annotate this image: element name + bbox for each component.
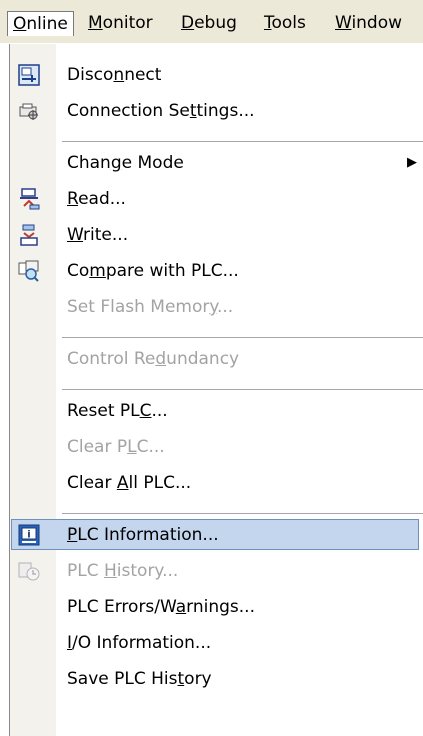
menu-item-label: Clear All PLC... (67, 473, 192, 493)
menu-item-read[interactable]: Read... (10, 181, 423, 217)
menubar-online-access-key: O (13, 14, 27, 34)
menu-item-clear-plc[interactable]: Clear PLC... (10, 429, 423, 465)
menu-item-label: Read... (67, 189, 126, 209)
menubar-monitor[interactable]: Monitor (83, 11, 158, 36)
menubar-monitor-access-key: M (88, 13, 103, 33)
menu-item-label: Clear PLC... (67, 437, 165, 457)
menu-item-reset-plc[interactable]: Reset PLC... (10, 393, 423, 429)
menu-item-label: Control Redundancy (67, 349, 240, 369)
menu-item-connection-settings[interactable]: Connection Settings... (10, 93, 423, 129)
menu-item-label: I/O Information... (67, 633, 212, 653)
plc-history-icon (18, 562, 40, 581)
menu-item-plc-errors-warnings[interactable]: PLC Errors/Warnings... (10, 589, 423, 625)
menu-bar: Online Monitor Debug Tools Window (0, 0, 423, 44)
menubar-debug-text-rest: ebug (194, 13, 237, 33)
read-from-plc-icon (20, 188, 40, 210)
menu-item-label: Connection Settings... (67, 101, 255, 121)
menu-item-label: Disconnect (67, 65, 162, 85)
menu-item-label: Reset PLC... (67, 401, 168, 421)
menu-item-save-plc-history[interactable]: Save PLC History (10, 661, 423, 697)
menu-item-io-information[interactable]: I/O Information... (10, 625, 423, 661)
online-dropdown-menu: Disconnect Connection Settings... Change… (9, 44, 423, 736)
svg-text:i: i (27, 530, 30, 541)
plc-information-icon: i (18, 524, 40, 546)
menu-item-clear-all-plc[interactable]: Clear All PLC... (10, 465, 423, 501)
menubar-window-access-key: W (335, 13, 352, 33)
menu-separator (62, 337, 423, 338)
menu-item-plc-history[interactable]: PLC History... (10, 553, 423, 589)
menubar-tools-access-key: T (264, 13, 272, 33)
menubar-window-text-rest: indow (351, 13, 403, 33)
submenu-arrow-icon: ▶ (407, 155, 417, 170)
menubar-window[interactable]: Window (330, 11, 407, 36)
menu-item-plc-information[interactable]: i PLC Information... (10, 517, 423, 553)
menu-item-label: PLC History... (67, 561, 179, 581)
menu-item-change-mode[interactable]: Change Mode ▶ (10, 145, 423, 181)
menu-item-label: Save PLC History (67, 669, 212, 689)
menu-item-set-flash-memory[interactable]: Set Flash Memory... (10, 289, 423, 325)
menu-item-compare-with-plc[interactable]: Compare with PLC... (10, 253, 423, 289)
menubar-online-text-rest: nline (26, 14, 68, 34)
connection-settings-icon (19, 103, 38, 120)
menubar-debug-access-key: D (181, 13, 195, 33)
menu-item-label: Change Mode (67, 153, 184, 173)
menu-item-label: PLC Errors/Warnings... (67, 597, 255, 617)
menu-item-label: Write... (67, 225, 129, 245)
menu-item-write[interactable]: Write... (10, 217, 423, 253)
menu-item-disconnect[interactable]: Disconnect (10, 57, 423, 93)
menu-item-control-redundancy[interactable]: Control Redundancy (10, 341, 423, 377)
menu-separator (62, 141, 423, 142)
compare-with-plc-icon (18, 260, 39, 282)
menu-separator (62, 389, 423, 390)
menu-item-label: Compare with PLC... (67, 261, 239, 281)
menu-item-label: PLC Information... (67, 525, 219, 545)
menubar-debug[interactable]: Debug (176, 11, 242, 36)
menubar-tools-text-rest: ools (271, 13, 306, 33)
menubar-tools[interactable]: Tools (259, 11, 311, 36)
write-to-plc-icon (20, 224, 38, 246)
menubar-online[interactable]: Online (7, 11, 74, 36)
disconnect-icon (18, 64, 40, 86)
menubar-monitor-text-rest: onitor (102, 13, 153, 33)
menu-separator (62, 513, 423, 514)
menu-item-label: Set Flash Memory... (67, 297, 234, 317)
